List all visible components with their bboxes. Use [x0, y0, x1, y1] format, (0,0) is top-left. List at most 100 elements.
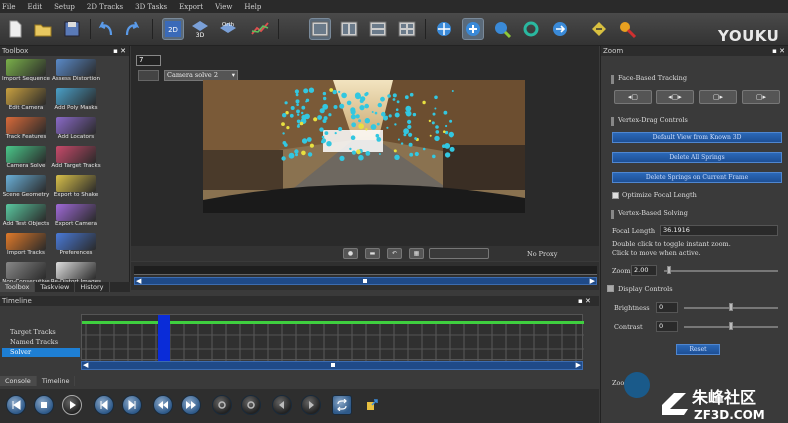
zoom-slider[interactable]: [664, 270, 778, 272]
tab-timeline[interactable]: Timeline: [37, 376, 76, 386]
optimize-focal-checkbox[interactable]: [612, 192, 619, 199]
rotate-icon[interactable]: [520, 18, 542, 40]
open-icon[interactable]: [32, 18, 54, 40]
display-controls-toggle[interactable]: [607, 285, 614, 292]
options-icon[interactable]: [588, 18, 610, 40]
tool-track-features[interactable]: Track Features: [0, 116, 52, 146]
menu-setup[interactable]: Setup: [54, 3, 75, 11]
reset-button[interactable]: Reset: [676, 344, 720, 355]
refresh-icon[interactable]: ↶: [387, 248, 402, 259]
brightness-field[interactable]: 0: [656, 302, 678, 313]
dolly-icon[interactable]: [549, 18, 571, 40]
menu-view[interactable]: View: [215, 3, 232, 11]
2d-view-icon[interactable]: 2D: [162, 18, 184, 40]
frame-ruler[interactable]: [134, 266, 597, 275]
scroll-thumb[interactable]: [363, 279, 367, 283]
tab-history[interactable]: History: [75, 282, 110, 292]
tool-camera-solve[interactable]: Camera Solve: [0, 145, 52, 175]
proxy-label[interactable]: No Proxy: [527, 250, 557, 258]
save-icon[interactable]: [61, 18, 83, 40]
tab-toolbox[interactable]: Toolbox: [0, 282, 36, 292]
tool-preferences[interactable]: Preferences: [50, 232, 102, 262]
brightness-slider-knob[interactable]: [729, 303, 733, 311]
3d-view-icon[interactable]: 3D: [189, 18, 211, 40]
rewind-start-icon[interactable]: [6, 395, 26, 415]
menu-2d-tracks[interactable]: 2D Tracks: [87, 3, 123, 11]
tool-add-poly-masks[interactable]: Add Poly Masks: [50, 87, 102, 117]
face-track-back-button[interactable]: ◂▢: [614, 90, 652, 104]
prev-keyframe-icon[interactable]: [272, 395, 292, 415]
menu-export[interactable]: Export: [179, 3, 203, 11]
new-icon[interactable]: [4, 18, 26, 40]
lookthrough-icon[interactable]: [616, 18, 638, 40]
orbit-icon[interactable]: [433, 18, 455, 40]
next-keyframe-icon[interactable]: [301, 395, 321, 415]
delete-springs-current-button[interactable]: Delete Springs on Current Frame: [612, 172, 782, 183]
key-forward-icon[interactable]: [241, 395, 261, 415]
export-icon[interactable]: [362, 395, 382, 415]
layout-stack-icon[interactable]: [367, 18, 389, 40]
zoom-slider-knob[interactable]: [667, 266, 671, 274]
menu-file[interactable]: File: [2, 3, 15, 11]
tool-edit-camera[interactable]: Edit Camera: [0, 87, 52, 117]
layout-quad-icon[interactable]: [396, 18, 418, 40]
play-icon[interactable]: [62, 395, 82, 415]
panel-close-icon[interactable]: ▪ ✕: [772, 46, 785, 56]
tool-assess-distortion[interactable]: Assess Distortion: [50, 58, 102, 88]
zoom-field[interactable]: 2.00: [631, 265, 657, 276]
timeline-scrollbar[interactable]: ◀ ▶: [81, 361, 583, 370]
layout-single-icon[interactable]: [309, 18, 331, 40]
tab-console[interactable]: Console: [0, 376, 37, 386]
display-icon[interactable]: ▬: [365, 248, 380, 259]
stop-icon[interactable]: [34, 395, 54, 415]
scroll-thumb[interactable]: [331, 363, 335, 367]
contrast-field[interactable]: 0: [656, 321, 678, 332]
redo-icon[interactable]: [121, 18, 143, 40]
camera-icon[interactable]: ●: [343, 248, 358, 259]
loop-icon[interactable]: [332, 395, 352, 415]
tool-export-to-shake[interactable]: Export to Shake: [50, 174, 102, 204]
step-back-icon[interactable]: [94, 395, 114, 415]
tool-add-target-tracks[interactable]: Add Target Tracks: [50, 145, 102, 175]
timeline-grid[interactable]: [81, 314, 584, 361]
timeline-close-icon[interactable]: ▪ ✕: [578, 296, 591, 306]
zoom-icon[interactable]: [491, 18, 513, 40]
jump-back-icon[interactable]: [153, 395, 173, 415]
face-track-forward-button[interactable]: ▢▸: [742, 90, 780, 104]
tool-add-locators[interactable]: Add Locators: [50, 116, 102, 146]
view-slider[interactable]: [429, 248, 489, 259]
tool-import-sequence[interactable]: Import Sequence: [0, 58, 52, 88]
frame-field[interactable]: 7: [136, 55, 161, 66]
face-track-step-forward-button[interactable]: ▢▸: [699, 90, 737, 104]
tool-import-tracks[interactable]: Import Tracks: [0, 232, 52, 262]
contrast-slider-knob[interactable]: [729, 322, 733, 330]
default-view-button[interactable]: Default View from Known 3D: [612, 132, 782, 143]
tool-scene-geometry[interactable]: Scene Geometry: [0, 174, 52, 204]
viewer-scrollbar[interactable]: ◀ ▶: [134, 277, 597, 285]
scroll-right-icon[interactable]: ▶: [576, 361, 581, 369]
menu-help[interactable]: Help: [244, 3, 261, 11]
focal-length-field[interactable]: 36.1916: [660, 225, 778, 236]
jump-forward-icon[interactable]: [181, 395, 201, 415]
tab-taskview[interactable]: Taskview: [35, 282, 76, 292]
track-target-tracks[interactable]: Target Tracks: [2, 328, 80, 337]
scroll-left-icon[interactable]: ◀: [136, 277, 141, 285]
pan-icon[interactable]: [462, 18, 484, 40]
tool-export-camera[interactable]: Export Camera: [50, 203, 102, 233]
track-solver[interactable]: Solver: [2, 348, 80, 357]
camera-lock-button[interactable]: [138, 70, 159, 81]
tool-add-test-objects[interactable]: Add Test Objects: [0, 203, 52, 233]
key-back-icon[interactable]: [212, 395, 232, 415]
face-track-step-back-button[interactable]: ◂▢▸: [656, 90, 694, 104]
grid-icon[interactable]: ▦: [409, 248, 424, 259]
scroll-left-icon[interactable]: ◀: [83, 361, 88, 369]
delete-all-springs-button[interactable]: Delete All Springs: [612, 152, 782, 163]
layout-split-icon[interactable]: [338, 18, 360, 40]
track-named-tracks[interactable]: Named Tracks: [2, 338, 80, 347]
menu-edit[interactable]: Edit: [27, 3, 42, 11]
undo-icon[interactable]: [95, 18, 117, 40]
scroll-right-icon[interactable]: ▶: [590, 277, 595, 285]
ortho-view-icon[interactable]: Orth: [217, 18, 239, 40]
menu-3d-tasks[interactable]: 3D Tasks: [135, 3, 167, 11]
graph-icon[interactable]: [249, 18, 271, 40]
